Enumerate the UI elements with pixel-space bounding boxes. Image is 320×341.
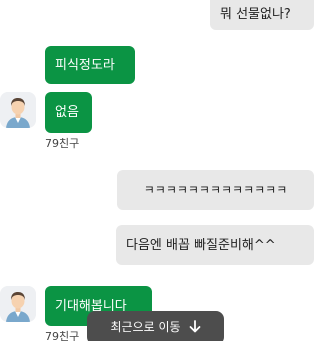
person-avatar-icon [0, 92, 36, 128]
friend-message-bubble[interactable]: 피식정도라 [45, 46, 135, 84]
message-text: ㅋㅋㅋㅋㅋㅋㅋㅋㅋㅋㅋㅋㅋ [143, 182, 288, 197]
friend-avatar[interactable] [0, 92, 36, 128]
my-message-bubble[interactable]: 뭐 선물없나? [210, 0, 314, 30]
jump-to-latest-label: 최근으로 이동 [110, 319, 181, 334]
sender-name: 79친구 [45, 330, 80, 341]
jump-to-latest-button[interactable]: 최근으로 이동 [87, 311, 224, 341]
person-avatar-icon [0, 286, 36, 322]
message-text: 없음 [55, 105, 79, 120]
sender-name: 79친구 [45, 137, 80, 150]
my-message-bubble[interactable]: ㅋㅋㅋㅋㅋㅋㅋㅋㅋㅋㅋㅋㅋ [117, 170, 314, 210]
my-message-bubble[interactable]: 다음엔 배꼽 빠질준비해^^ [116, 225, 314, 265]
arrow-down-icon [189, 319, 200, 332]
message-text: 뭐 선물없나? [220, 6, 291, 22]
chat-thread: 뭐 선물없나? 피식정도라 없음 79친구 ㅋㅋㅋㅋㅋㅋㅋㅋㅋㅋㅋㅋㅋ 다음엔 … [0, 0, 319, 341]
friend-avatar[interactable] [0, 286, 36, 322]
friend-message-bubble[interactable]: 없음 [45, 92, 92, 133]
message-text: 피식정도라 [55, 57, 115, 73]
message-text: 다음엔 배꼽 빠질준비해^^ [126, 237, 276, 253]
